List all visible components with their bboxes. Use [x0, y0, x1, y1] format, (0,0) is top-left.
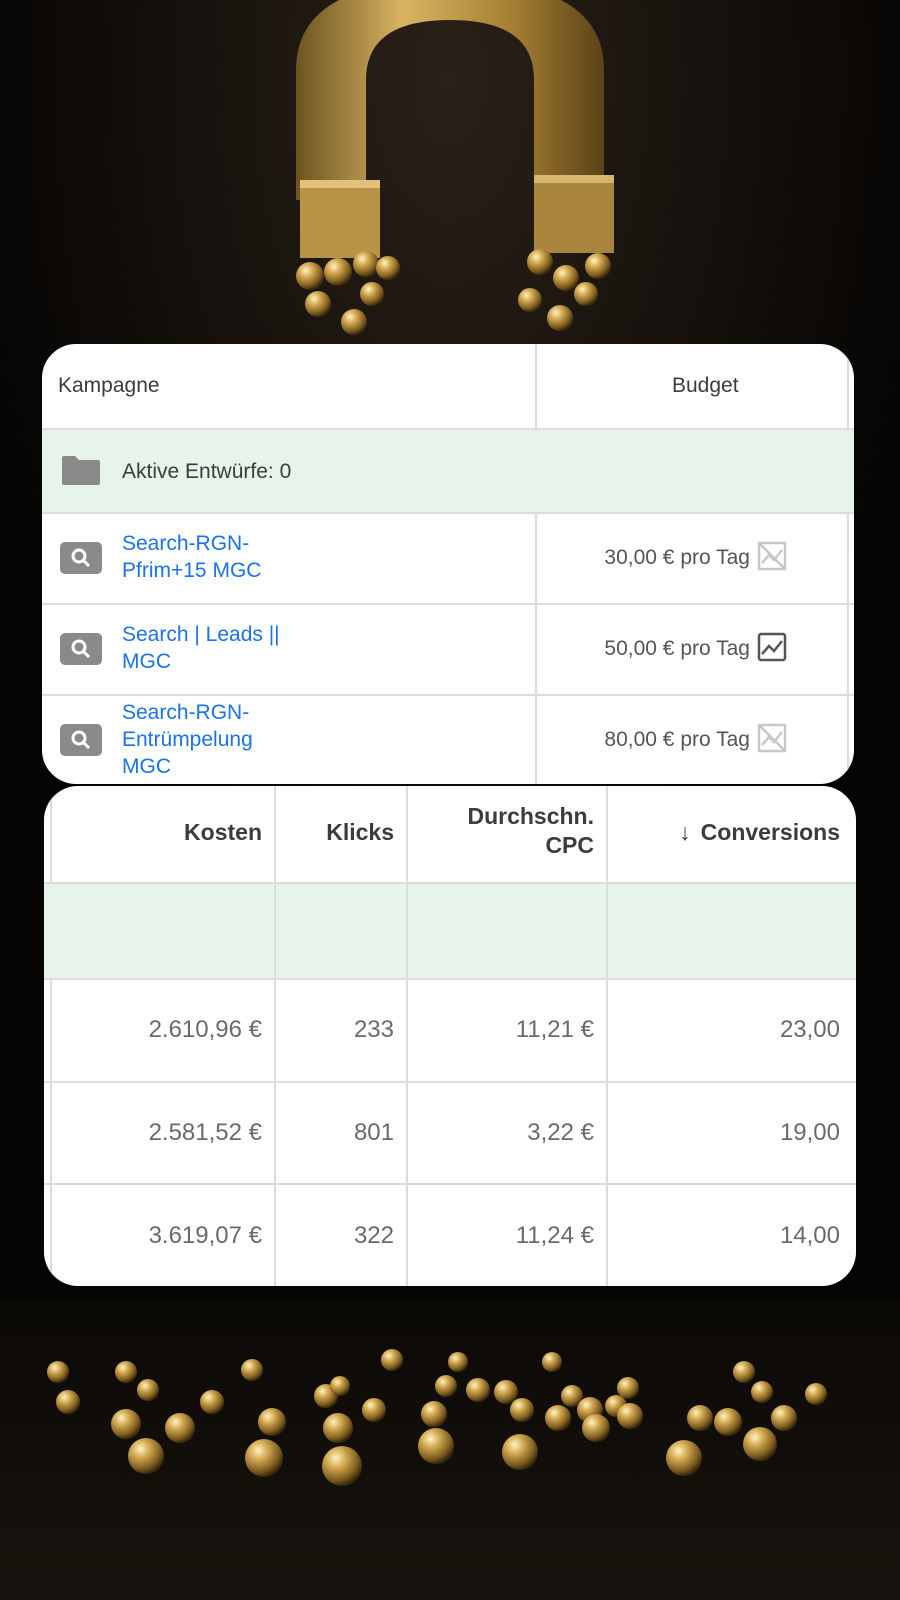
column-divider — [274, 884, 276, 978]
column-divider — [406, 884, 408, 978]
search-campaign-icon — [60, 542, 102, 574]
column-header-campaign[interactable]: Kampagne — [58, 374, 160, 398]
column-header-costs[interactable]: Kosten — [184, 818, 262, 847]
table-row: Search | Leads || MGC 50,00 € pro Tag — [42, 605, 854, 696]
cpc-cell: 11,21 € — [515, 1016, 594, 1043]
column-divider — [406, 786, 408, 1286]
chart-disabled-icon[interactable] — [757, 723, 787, 753]
budget-value: 50,00 € pro Tag — [604, 637, 750, 660]
clicks-cell: 322 — [353, 1222, 394, 1249]
row-divider — [44, 1183, 856, 1185]
cpc-cell: 3,22 € — [527, 1119, 594, 1146]
table-row: Search-RGN- Pfrim+15 MGC 30,00 € pro Tag — [42, 514, 854, 605]
column-header-budget[interactable]: Budget — [672, 374, 739, 398]
column-divider — [274, 786, 276, 1286]
search-campaign-icon — [60, 633, 102, 665]
cost-cell: 3.619,07 € — [148, 1222, 262, 1249]
chart-disabled-icon[interactable] — [757, 541, 787, 571]
row-divider — [44, 978, 856, 980]
conversions-cell: 19,00 — [779, 1119, 840, 1146]
table-row: Search-RGN- Entrümpelung MGC 80,00 € pro… — [42, 696, 854, 784]
campaign-link[interactable]: Search-RGN- Entrümpelung MGC — [122, 699, 253, 780]
conversions-cell: 14,00 — [779, 1222, 840, 1249]
drafts-count: 0 — [279, 460, 292, 483]
campaign-link[interactable]: Search | Leads || MGC — [122, 621, 280, 675]
campaign-link[interactable]: Search-RGN- Pfrim+15 MGC — [122, 530, 261, 584]
chart-trend-icon[interactable] — [757, 632, 787, 662]
row-divider — [44, 1081, 856, 1083]
row-divider — [44, 882, 856, 884]
column-header-clicks[interactable]: Klicks — [326, 818, 394, 847]
cost-cell: 2.610,96 € — [148, 1016, 262, 1043]
column-header-conversions[interactable]: ↓ Conversions — [679, 818, 840, 847]
column-header-avg-cpc[interactable]: Durchschn. CPC — [467, 802, 594, 860]
table-header-row: Kampagne Budget — [42, 344, 854, 430]
column-divider — [606, 786, 608, 1286]
sort-down-icon[interactable]: ↓ — [679, 819, 691, 845]
metrics-table-card: Kosten Klicks Durchschn. CPC ↓ Conversions… — [44, 786, 856, 1286]
column-divider — [50, 786, 52, 1286]
budget-value: 80,00 € pro Tag — [604, 728, 750, 751]
folder-icon — [62, 456, 100, 485]
cpc-cell: 11,24 € — [515, 1222, 594, 1249]
campaign-table-card: Kampagne Budget Aktive Entwürfe: 0 Searc… — [42, 344, 854, 784]
cost-cell: 2.581,52 € — [148, 1119, 262, 1146]
search-campaign-icon — [60, 724, 102, 756]
drafts-row[interactable]: Aktive Entwürfe: 0 — [42, 430, 854, 514]
drafts-row[interactable] — [44, 884, 856, 978]
conversions-cell: 23,00 — [779, 1016, 840, 1043]
column-divider — [606, 884, 608, 978]
drafts-label: Aktive Entwürfe: 0 — [122, 460, 292, 483]
clicks-cell: 801 — [353, 1119, 394, 1146]
budget-value: 30,00 € pro Tag — [604, 546, 750, 569]
clicks-cell: 233 — [353, 1016, 394, 1043]
